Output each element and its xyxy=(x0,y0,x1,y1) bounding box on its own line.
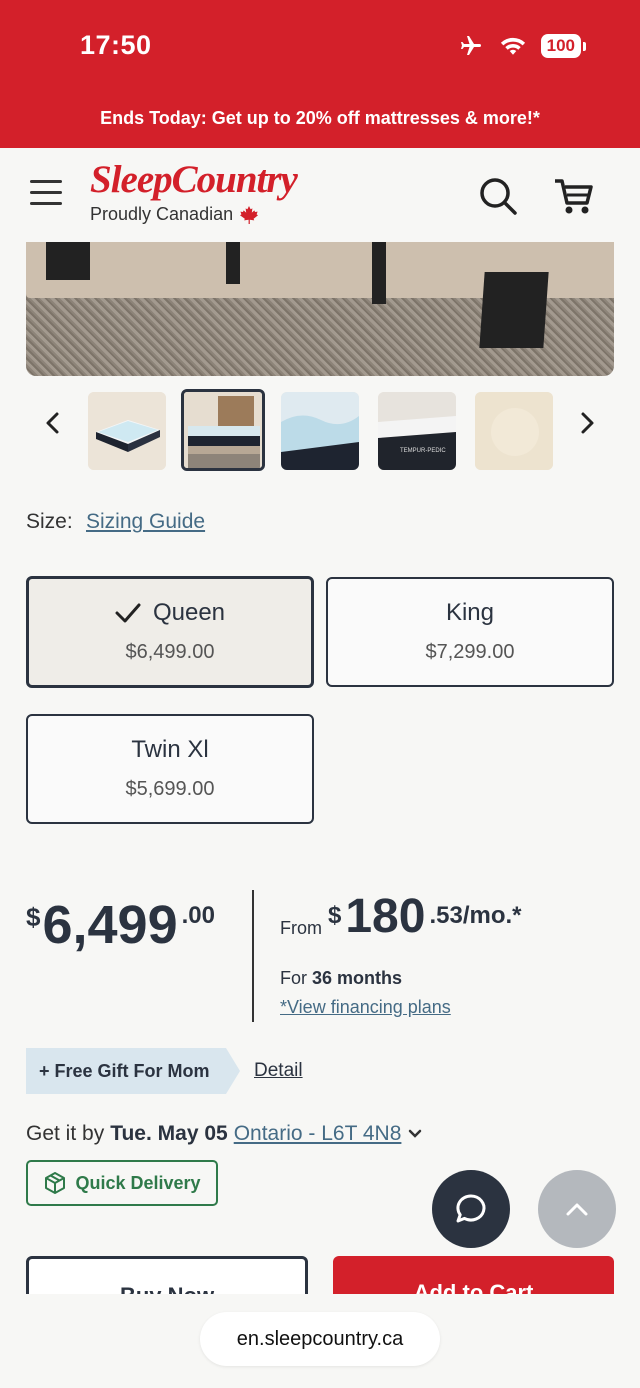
financing-term-prefix: For xyxy=(280,968,307,988)
delivery-prefix: Get it by xyxy=(26,1122,105,1145)
airplane-icon xyxy=(460,36,481,55)
logo-tagline: Proudly Canadian xyxy=(90,204,297,225)
package-icon xyxy=(45,1172,66,1194)
site-header: SleepCountry Proudly Canadian xyxy=(0,148,640,242)
delivery-location-link[interactable]: Ontario - L6T 4N8 xyxy=(234,1122,402,1146)
top-banner: 17:50 100 Ends Today: Get up to 20% off … xyxy=(0,0,640,148)
menu-icon[interactable] xyxy=(30,180,62,206)
quick-delivery-label: Quick Delivery xyxy=(75,1172,201,1193)
price-currency: $ xyxy=(26,902,41,932)
size-option-name: Queen xyxy=(29,599,311,627)
checkmark-icon xyxy=(115,603,141,623)
search-icon[interactable] xyxy=(478,176,518,216)
free-gift-tag: + Free Gift For Mom xyxy=(26,1048,240,1094)
financing-term-months: 36 months xyxy=(312,968,403,988)
status-icons: 100 xyxy=(457,34,586,58)
size-option-king-label: King xyxy=(445,599,495,626)
thumbnail-5[interactable] xyxy=(475,392,553,470)
scroll-to-top-button[interactable] xyxy=(538,1170,616,1248)
product-price: $ 6,499 .00 xyxy=(26,898,215,952)
action-buttons: Buy Now Add to Cart xyxy=(0,1256,640,1294)
financing-term: For 36 months xyxy=(280,968,522,989)
logo-tagline-text: Proudly Canadian xyxy=(90,204,234,224)
thumbnail-1[interactable] xyxy=(88,392,166,470)
status-time: 17:50 xyxy=(80,30,152,60)
size-option-twin-xl[interactable]: Twin Xl $5,699.00 xyxy=(26,714,314,824)
battery-icon: 100 xyxy=(540,34,586,58)
battery-level: 100 xyxy=(540,34,581,58)
chevron-up-icon xyxy=(566,1203,588,1216)
financing-currency: $ xyxy=(328,902,342,929)
buy-now-button[interactable]: Buy Now xyxy=(26,1256,308,1294)
promo-banner[interactable]: Ends Today: Get up to 20% off mattresses… xyxy=(0,108,640,129)
wifi-icon xyxy=(500,37,525,55)
maple-leaf-icon xyxy=(240,205,259,224)
delivery-date: Tue. May 05 xyxy=(110,1122,228,1145)
chat-icon xyxy=(456,1194,486,1223)
size-option-queen[interactable]: Queen $6,499.00 xyxy=(26,576,314,688)
size-option-king-price: $7,299.00 xyxy=(425,641,515,663)
price-cents: .00 xyxy=(181,902,215,929)
browser-url-bar[interactable]: en.sleepcountry.ca xyxy=(200,1312,440,1366)
add-to-cart-button[interactable]: Add to Cart xyxy=(333,1256,614,1294)
thumbnail-3[interactable] xyxy=(281,392,359,470)
chevron-down-icon[interactable] xyxy=(407,1128,423,1140)
size-option-twin-xl-label: Twin Xl xyxy=(131,736,209,763)
size-option-queen-label: Queen xyxy=(152,599,226,626)
sizing-guide-link[interactable]: Sizing Guide xyxy=(86,510,205,534)
price-integer: 6,499 xyxy=(42,895,178,955)
quick-delivery-badge: Quick Delivery xyxy=(26,1160,218,1206)
size-option-king[interactable]: King $7,299.00 xyxy=(326,577,614,687)
financing-cents: .53/mo.* xyxy=(429,902,522,929)
gift-detail-link[interactable]: Detail xyxy=(254,1060,303,1082)
cart-icon[interactable] xyxy=(552,176,594,216)
logo[interactable]: SleepCountry Proudly Canadian xyxy=(90,158,298,225)
financing-amount: 180 xyxy=(345,890,426,943)
size-option-queen-price: $6,499.00 xyxy=(125,641,215,663)
delivery-estimate: Get it by Tue. May 05 Ontario - L6T 4N8 xyxy=(26,1122,423,1146)
thumbnail-4[interactable]: TEMPUR-PEDIC xyxy=(378,392,456,470)
svg-text:TEMPUR-PEDIC: TEMPUR-PEDIC xyxy=(400,448,446,454)
view-financing-link[interactable]: *View financing plans xyxy=(280,997,522,1018)
financing-block: From $ 180 .53/mo.* For 36 months *View … xyxy=(280,890,522,1018)
thumb-prev-icon[interactable] xyxy=(40,410,66,436)
thumb-next-icon[interactable] xyxy=(574,410,600,436)
size-option-twin-xl-price: $5,699.00 xyxy=(125,778,215,800)
size-label: Size: xyxy=(26,510,73,533)
financing-from: From xyxy=(280,918,322,938)
price-divider xyxy=(252,890,254,1022)
logo-wordmark: SleepCountry xyxy=(90,158,298,201)
thumbnail-2[interactable] xyxy=(181,389,265,471)
product-main-image[interactable] xyxy=(26,242,614,376)
chat-button[interactable] xyxy=(432,1170,510,1248)
